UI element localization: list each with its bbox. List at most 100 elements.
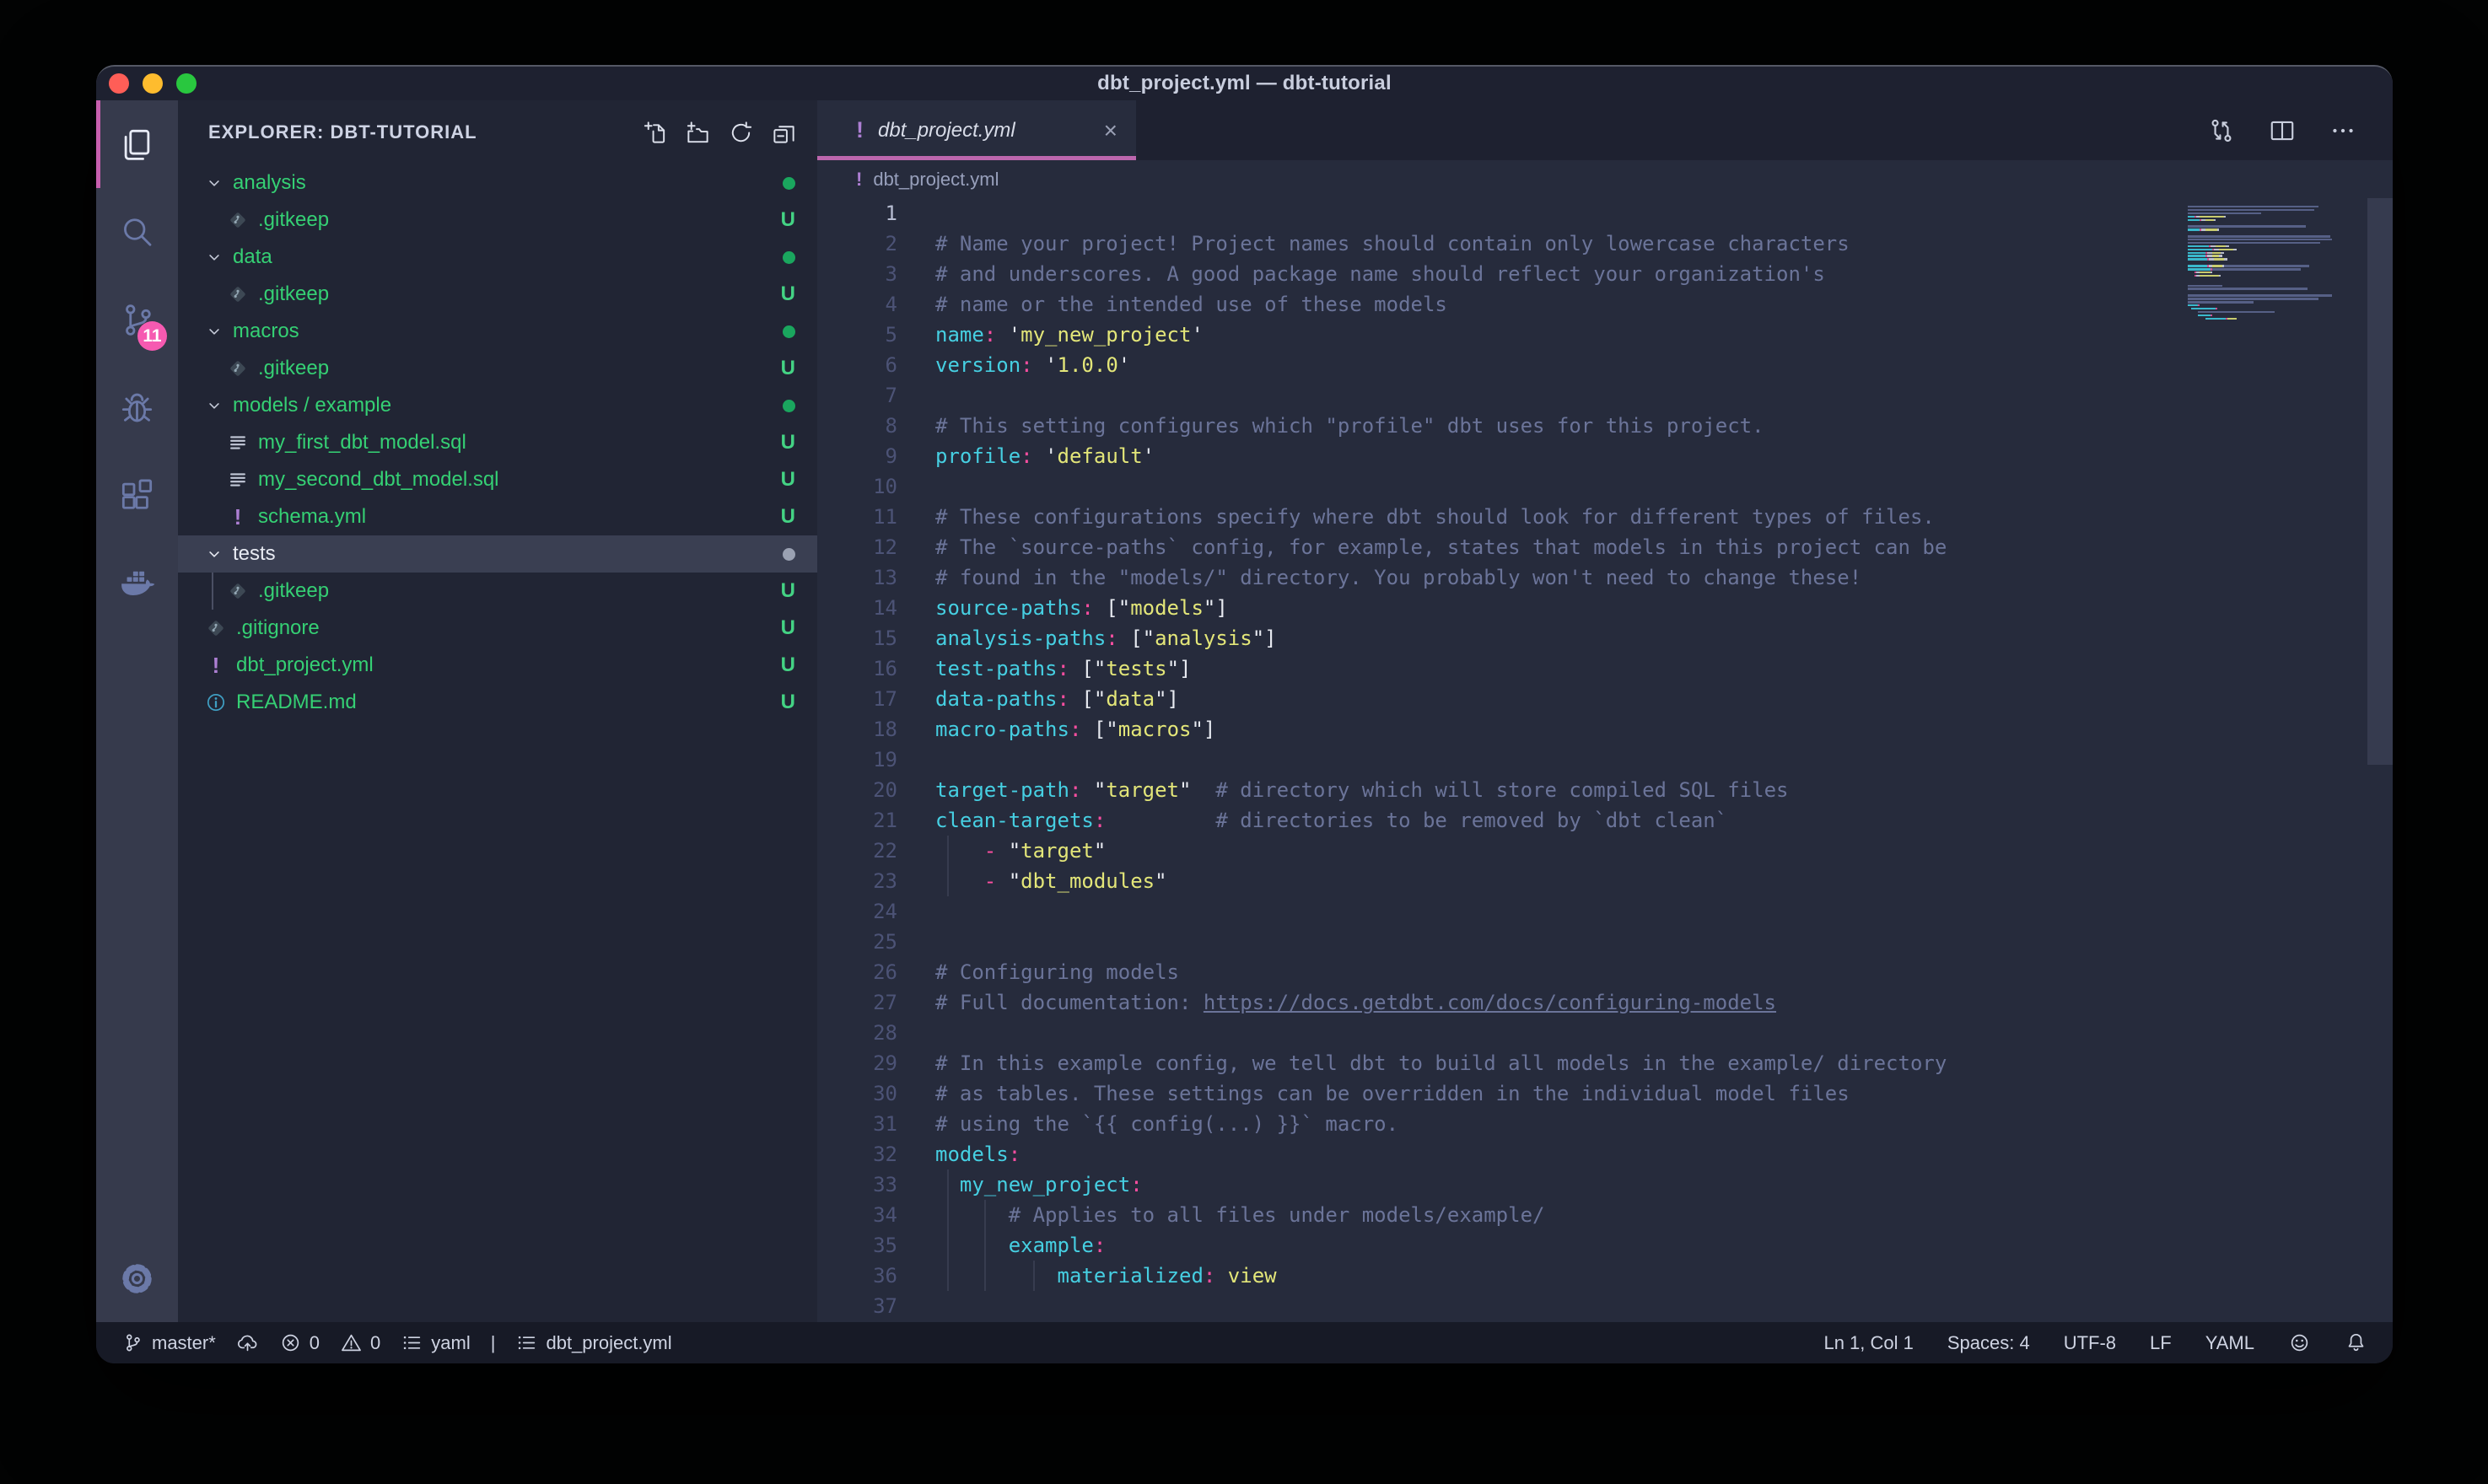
code-line-31[interactable]: 31# using the `{{ config(...) }}` macro.	[817, 1109, 2393, 1139]
code-line-35[interactable]: 35 example:	[817, 1230, 2393, 1261]
activitybar-item-search[interactable]	[96, 188, 178, 276]
code-line-11[interactable]: 11# These configurations specify where d…	[817, 502, 2393, 532]
line-number: 23	[817, 869, 897, 893]
status-end-of-line[interactable]: LF	[2150, 1332, 2172, 1354]
close-window-button[interactable]	[109, 73, 129, 94]
code-line-8[interactable]: 8# This setting configures which "profil…	[817, 411, 2393, 441]
code-line-36[interactable]: 36 materialized: view	[817, 1261, 2393, 1291]
yaml-warning-icon: !	[234, 505, 242, 529]
tree-item-analysis[interactable]: analysis	[178, 164, 817, 202]
file-label: tests	[233, 542, 276, 566]
status-notifications[interactable]	[2345, 1331, 2367, 1354]
split-editor-button[interactable]	[2268, 116, 2297, 145]
status-problems-errors[interactable]: 0	[279, 1331, 320, 1354]
code-line-18[interactable]: 18macro-paths: ["macros"]	[817, 714, 2393, 745]
refresh-explorer-button[interactable]	[728, 120, 754, 146]
code-editor[interactable]: 1 2# Name your project! Project names sho…	[817, 198, 2393, 1322]
activitybar-item-explorer[interactable]	[96, 100, 178, 188]
scrollbar-thumb[interactable]	[2367, 198, 2393, 765]
line-number: 36	[817, 1264, 897, 1288]
tree-item-my-second-dbt-model-sql[interactable]: my_second_dbt_model.sqlU	[178, 461, 817, 498]
close-tab-icon[interactable]: ×	[1091, 119, 1117, 142]
status-publish-changes[interactable]	[236, 1331, 259, 1354]
status-encoding[interactable]: UTF-8	[2064, 1332, 2116, 1354]
tree-item-gitkeep[interactable]: .gitkeepU	[178, 202, 817, 239]
code-line-4[interactable]: 4# name or the intended use of these mod…	[817, 289, 2393, 320]
tree-item-my-first-dbt-model-sql[interactable]: my_first_dbt_model.sqlU	[178, 424, 817, 461]
status-linter-yaml[interactable]: yaml	[401, 1331, 470, 1354]
minimap-line	[2188, 308, 2217, 310]
code-line-15[interactable]: 15analysis-paths: ["analysis"]	[817, 623, 2393, 653]
status-git-branch-indicator[interactable]: master*	[121, 1331, 216, 1354]
code-line-13[interactable]: 13# found in the "models/" directory. Yo…	[817, 562, 2393, 593]
code-line-34[interactable]: 34 # Applies to all files under models/e…	[817, 1200, 2393, 1230]
code-line-12[interactable]: 12# The `source-paths` config, for examp…	[817, 532, 2393, 562]
code-line-1[interactable]: 1	[817, 198, 2393, 229]
new-folder-button[interactable]	[685, 120, 711, 146]
tree-item-gitkeep[interactable]: .gitkeepU	[178, 350, 817, 387]
activitybar-item-source-control[interactable]: 11	[96, 276, 178, 363]
code-line-16[interactable]: 16test-paths: ["tests"]	[817, 653, 2393, 684]
activitybar-item-extensions[interactable]	[96, 451, 178, 539]
minimize-window-button[interactable]	[143, 73, 163, 94]
code-line-20[interactable]: 20target-path: "target" # directory whic…	[817, 775, 2393, 805]
code-line-3[interactable]: 3# and underscores. A good package name …	[817, 259, 2393, 289]
activitybar-item-settings[interactable]	[96, 1234, 178, 1322]
status-problems-warnings[interactable]: 0	[340, 1331, 380, 1354]
activitybar-item-debug[interactable]	[96, 363, 178, 451]
code-line-22[interactable]: 22 - "target"	[817, 836, 2393, 866]
code-line-5[interactable]: 5name: 'my_new_project'	[817, 320, 2393, 350]
code-line-14[interactable]: 14source-paths: ["models"]	[817, 593, 2393, 623]
activitybar-item-docker[interactable]	[96, 539, 178, 626]
code-line-2[interactable]: 2# Name your project! Project names shou…	[817, 229, 2393, 259]
status-feedback[interactable]	[2288, 1331, 2311, 1354]
code-line-9[interactable]: 9profile: 'default'	[817, 441, 2393, 471]
code-line-27[interactable]: 27# Full documentation: https://docs.get…	[817, 987, 2393, 1018]
status-language-mode[interactable]: YAML	[2205, 1332, 2254, 1354]
tree-item-macros[interactable]: macros	[178, 313, 817, 350]
more-actions-button[interactable]	[2329, 116, 2357, 145]
tree-item-gitkeep[interactable]: .gitkeepU	[178, 276, 817, 313]
code-line-17[interactable]: 17data-paths: ["data"]	[817, 684, 2393, 714]
code-line-25[interactable]: 25	[817, 927, 2393, 957]
sql-icon	[226, 431, 250, 454]
code-line-10[interactable]: 10	[817, 471, 2393, 502]
code-line-7[interactable]: 7	[817, 380, 2393, 411]
tree-item-dbt-project-yml[interactable]: !dbt_project.ymlU	[178, 647, 817, 684]
status-cursor-position[interactable]: Ln 1, Col 1	[1823, 1332, 1913, 1354]
tree-item-models-example[interactable]: models / example	[178, 387, 817, 424]
editor-group: ! dbt_project.yml × ! dbt_project.yml 12…	[817, 100, 2393, 1322]
breadcrumb[interactable]: ! dbt_project.yml	[817, 160, 2393, 198]
code-line-29[interactable]: 29# In this example config, we tell dbt …	[817, 1048, 2393, 1078]
line-number: 1	[817, 202, 897, 225]
collapse-folders-button[interactable]	[771, 120, 797, 146]
code-line-26[interactable]: 26# Configuring models	[817, 957, 2393, 987]
code-line-24[interactable]: 24	[817, 896, 2393, 927]
code-line-23[interactable]: 23 - "dbt_modules"	[817, 866, 2393, 896]
new-file-button[interactable]	[642, 120, 668, 146]
breadcrumb-item-file[interactable]: dbt_project.yml	[873, 169, 999, 191]
code-line-37[interactable]: 37	[817, 1291, 2393, 1321]
tree-item-tests[interactable]: tests	[178, 535, 817, 573]
zoom-window-button[interactable]	[176, 73, 197, 94]
code-line-33[interactable]: 33 my_new_project:	[817, 1169, 2393, 1200]
tree-item-readme-md[interactable]: README.mdU	[178, 684, 817, 721]
status-active-file[interactable]: dbt_project.yml	[515, 1331, 671, 1354]
file-label: data	[233, 245, 272, 269]
code-line-6[interactable]: 6version: '1.0.0'	[817, 350, 2393, 380]
open-changes-button[interactable]	[2207, 116, 2236, 145]
minimap-line	[2188, 275, 2221, 277]
code-line-19[interactable]: 19	[817, 745, 2393, 775]
tree-item-schema-yml[interactable]: !schema.ymlU	[178, 498, 817, 535]
tree-item-gitignore[interactable]: .gitignoreU	[178, 610, 817, 647]
line-number: 5	[817, 323, 897, 347]
code-line-28[interactable]: 28	[817, 1018, 2393, 1048]
code-line-21[interactable]: 21clean-targets: # directories to be rem…	[817, 805, 2393, 836]
tree-item-data[interactable]: data	[178, 239, 817, 276]
tree-item-gitkeep[interactable]: .gitkeepU	[178, 573, 817, 610]
status-indentation[interactable]: Spaces: 4	[1947, 1332, 2030, 1354]
code-line-30[interactable]: 30# as tables. These settings can be ove…	[817, 1078, 2393, 1109]
code-line-32[interactable]: 32models:	[817, 1139, 2393, 1169]
minimap-line	[2188, 258, 2227, 261]
tab-dbt-project-yml[interactable]: ! dbt_project.yml ×	[817, 100, 1136, 160]
